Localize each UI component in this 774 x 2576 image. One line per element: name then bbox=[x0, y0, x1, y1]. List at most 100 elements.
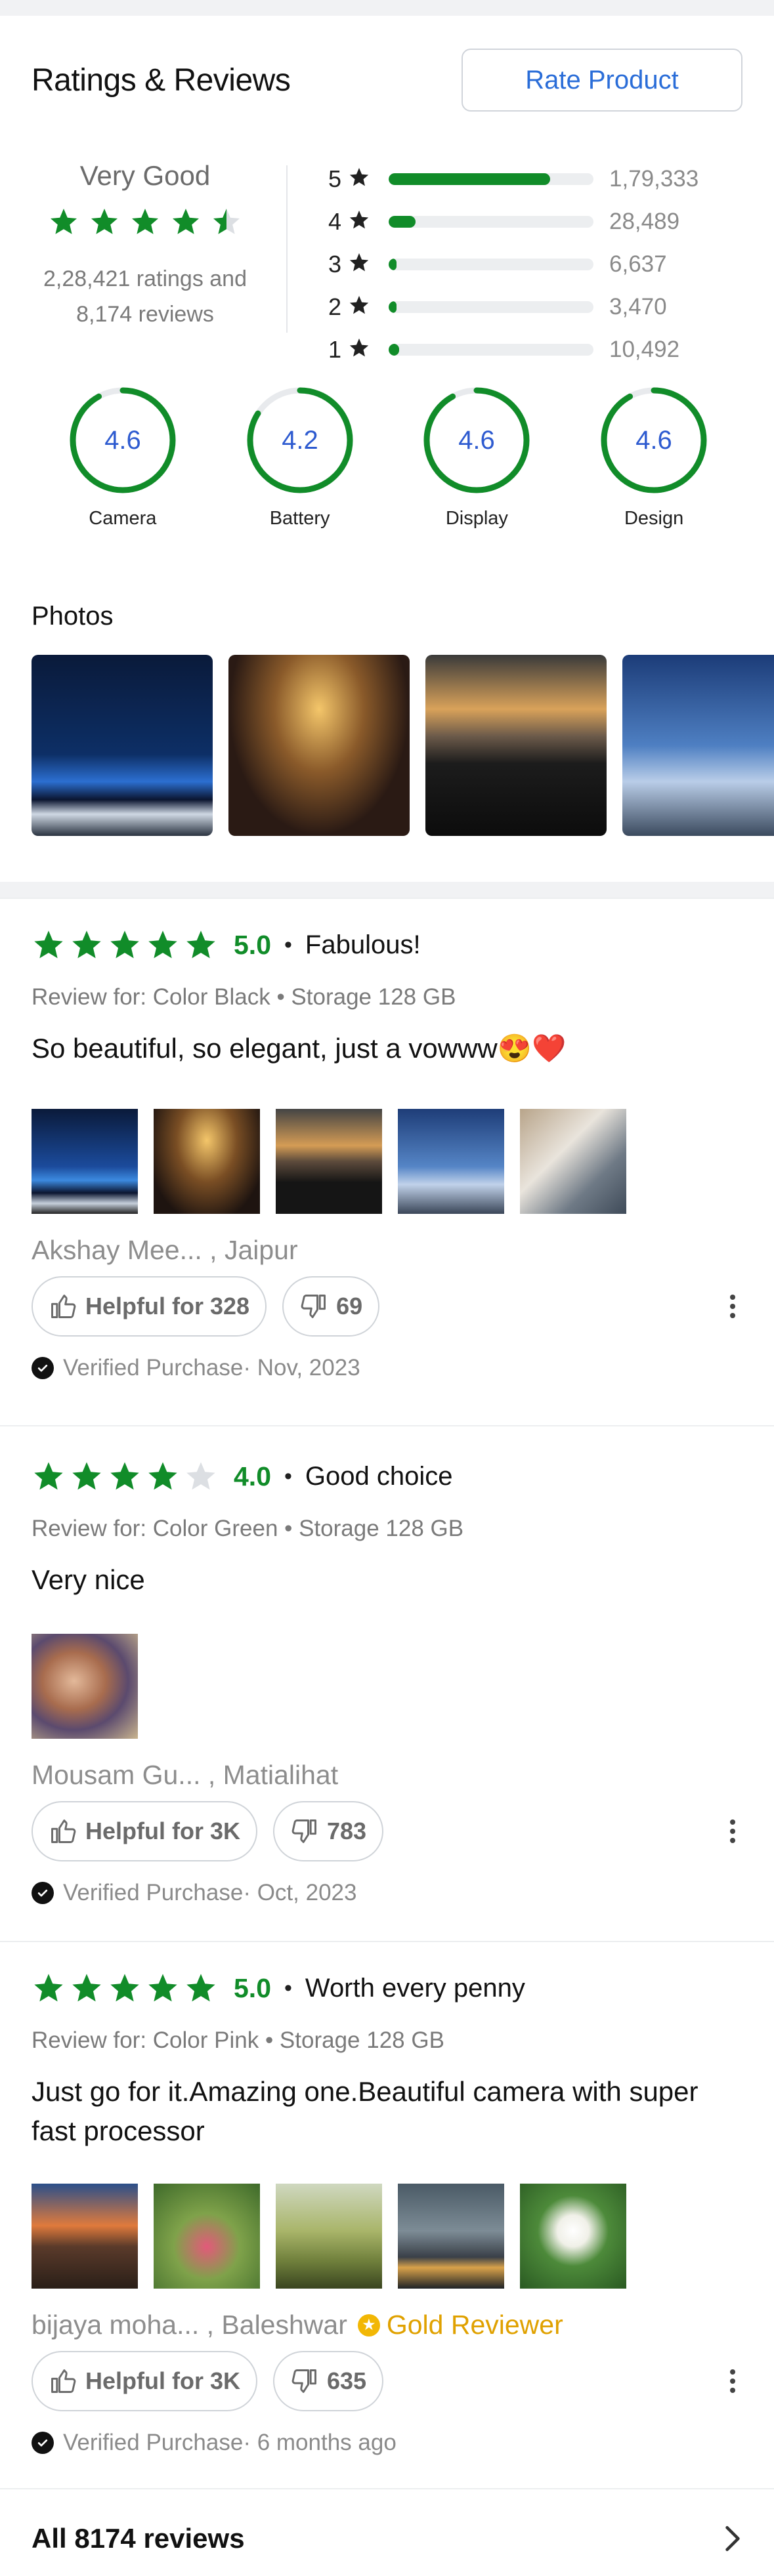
star-icon bbox=[132, 209, 158, 234]
review-photo[interactable] bbox=[154, 1109, 260, 1214]
star-level: 1 bbox=[328, 335, 342, 363]
thumbs-down-icon bbox=[291, 1819, 316, 1843]
review-card: 5.0 • Worth every penny Review for: Colo… bbox=[0, 1941, 774, 2488]
section-title: Ratings & Reviews bbox=[32, 62, 291, 98]
ring-gauge-icon: 4.6 bbox=[70, 387, 176, 493]
verified-text: Verified Purchase· Oct, 2023 bbox=[63, 1880, 357, 1905]
review-photos[interactable] bbox=[32, 2184, 742, 2289]
review-body: So beautiful, so elegant, just a vowww😍❤… bbox=[32, 1033, 567, 1064]
rate-product-button[interactable]: Rate Product bbox=[462, 49, 742, 112]
review-title: Good choice bbox=[305, 1461, 453, 1491]
badge-label: Gold Reviewer bbox=[386, 2310, 563, 2340]
distribution-row: 4 28,489 bbox=[328, 200, 742, 243]
photo-thumbnail[interactable] bbox=[32, 655, 213, 836]
rating-label: Very Good bbox=[79, 160, 211, 191]
review-header: 5.0 • Fabulous! bbox=[32, 899, 742, 962]
feature-score: 4.6 bbox=[104, 426, 141, 455]
ratings-header: Ratings & Reviews Rate Product bbox=[32, 16, 742, 112]
photo-thumbnail[interactable] bbox=[622, 655, 774, 836]
vertical-divider bbox=[286, 165, 288, 333]
star-icon bbox=[348, 166, 389, 192]
all-reviews-link[interactable]: All 8174 reviews bbox=[0, 2488, 774, 2576]
more-options-icon[interactable] bbox=[723, 1819, 742, 1843]
star-icon bbox=[91, 209, 118, 234]
separator-dot: • bbox=[284, 1975, 292, 2001]
feature-score: 4.6 bbox=[459, 426, 496, 455]
rating-overview: Very Good 2,28,421 ratings and 8,174 rev… bbox=[32, 154, 742, 363]
thumbs-down-icon bbox=[291, 2369, 316, 2393]
check-icon bbox=[32, 1357, 54, 1379]
photo-strip[interactable] bbox=[32, 655, 774, 836]
star-icon bbox=[186, 1462, 215, 1490]
star-icon bbox=[348, 337, 389, 362]
verified-purchase: Verified Purchase· Oct, 2023 bbox=[32, 1880, 742, 1906]
star-icon bbox=[51, 209, 77, 234]
distribution-count: 1,79,333 bbox=[609, 165, 699, 192]
review-photo[interactable] bbox=[520, 1109, 626, 1214]
review-photo[interactable] bbox=[276, 2184, 382, 2289]
feature-score: 4.2 bbox=[282, 426, 318, 455]
thumbs-up-icon bbox=[51, 1295, 76, 1318]
distribution-row: 3 6,637 bbox=[328, 243, 742, 285]
dislike-count: 69 bbox=[336, 1293, 363, 1319]
review-photo[interactable] bbox=[276, 1109, 382, 1214]
ring-gauge-icon: 4.2 bbox=[247, 387, 353, 493]
star-icon bbox=[186, 1974, 215, 2002]
review-actions: Helpful for 328 69 bbox=[32, 1276, 742, 1337]
star-icon bbox=[34, 1974, 63, 2002]
ring-gauge-icon: 4.6 bbox=[423, 387, 530, 493]
feature-battery[interactable]: 4.2 Battery bbox=[211, 384, 389, 530]
review-photo[interactable] bbox=[154, 2184, 260, 2289]
feature-label: Design bbox=[624, 508, 684, 529]
review-photos[interactable] bbox=[32, 1634, 742, 1739]
star-icon bbox=[348, 294, 389, 320]
feature-design[interactable]: 4.6 Design bbox=[565, 384, 742, 530]
dislike-button[interactable]: 69 bbox=[282, 1276, 380, 1337]
more-options-icon[interactable] bbox=[723, 1295, 742, 1318]
star-level: 5 bbox=[328, 165, 342, 192]
photo-thumbnail[interactable] bbox=[425, 655, 607, 836]
distribution-bar bbox=[389, 258, 593, 270]
helpful-button[interactable]: Helpful for 3K bbox=[32, 2351, 258, 2411]
helpful-button[interactable]: Helpful for 328 bbox=[32, 1276, 267, 1337]
feature-camera[interactable]: 4.6 Camera bbox=[34, 384, 211, 530]
review-actions: Helpful for 3K 783 bbox=[32, 1801, 742, 1861]
star-icon bbox=[110, 1974, 139, 2002]
all-reviews-label: All 8174 reviews bbox=[32, 2523, 245, 2554]
review-variant: Review for: Color Green • Storage 128 GB bbox=[32, 1516, 464, 1541]
review-author: Akshay Mee... , Jaipur bbox=[32, 1235, 298, 1265]
star-icon bbox=[148, 930, 177, 959]
star-icon bbox=[186, 930, 215, 959]
ratings-count: 2,28,421 ratings and bbox=[43, 266, 247, 291]
review-photo[interactable] bbox=[32, 1634, 138, 1739]
photos-title: Photos bbox=[32, 602, 114, 631]
review-score: 5.0 bbox=[234, 1972, 271, 2003]
star-icon bbox=[148, 1462, 177, 1490]
star-icon bbox=[72, 1974, 101, 2002]
more-options-icon[interactable] bbox=[723, 2369, 742, 2393]
star-icon bbox=[173, 209, 199, 234]
star-icon bbox=[34, 930, 63, 959]
review-body: Very nice bbox=[32, 1564, 145, 1595]
star-icon bbox=[72, 1462, 101, 1490]
helpful-button[interactable]: Helpful for 3K bbox=[32, 1801, 258, 1861]
top-strip bbox=[0, 0, 774, 16]
star-icon bbox=[148, 1974, 177, 2002]
review-photo[interactable] bbox=[32, 1109, 138, 1214]
dislike-button[interactable]: 635 bbox=[273, 2351, 384, 2411]
review-photo[interactable] bbox=[520, 2184, 626, 2289]
author-name: bijaya moha... , Baleshwar bbox=[32, 2310, 347, 2340]
dislike-count: 783 bbox=[327, 1818, 367, 1844]
review-photo[interactable] bbox=[398, 1109, 504, 1214]
verified-purchase: Verified Purchase· 6 months ago bbox=[32, 2430, 742, 2456]
review-photo[interactable] bbox=[398, 2184, 504, 2289]
dislike-button[interactable]: 783 bbox=[273, 1801, 384, 1861]
review-photo[interactable] bbox=[32, 2184, 138, 2289]
star-icon bbox=[213, 209, 240, 234]
photo-thumbnail[interactable] bbox=[228, 655, 410, 836]
review-photos[interactable] bbox=[32, 1109, 742, 1214]
distribution-bar bbox=[389, 343, 593, 356]
review-header: 5.0 • Worth every penny bbox=[32, 1942, 742, 2005]
feature-display[interactable]: 4.6 Display bbox=[389, 384, 566, 530]
review-stars bbox=[32, 1459, 218, 1493]
